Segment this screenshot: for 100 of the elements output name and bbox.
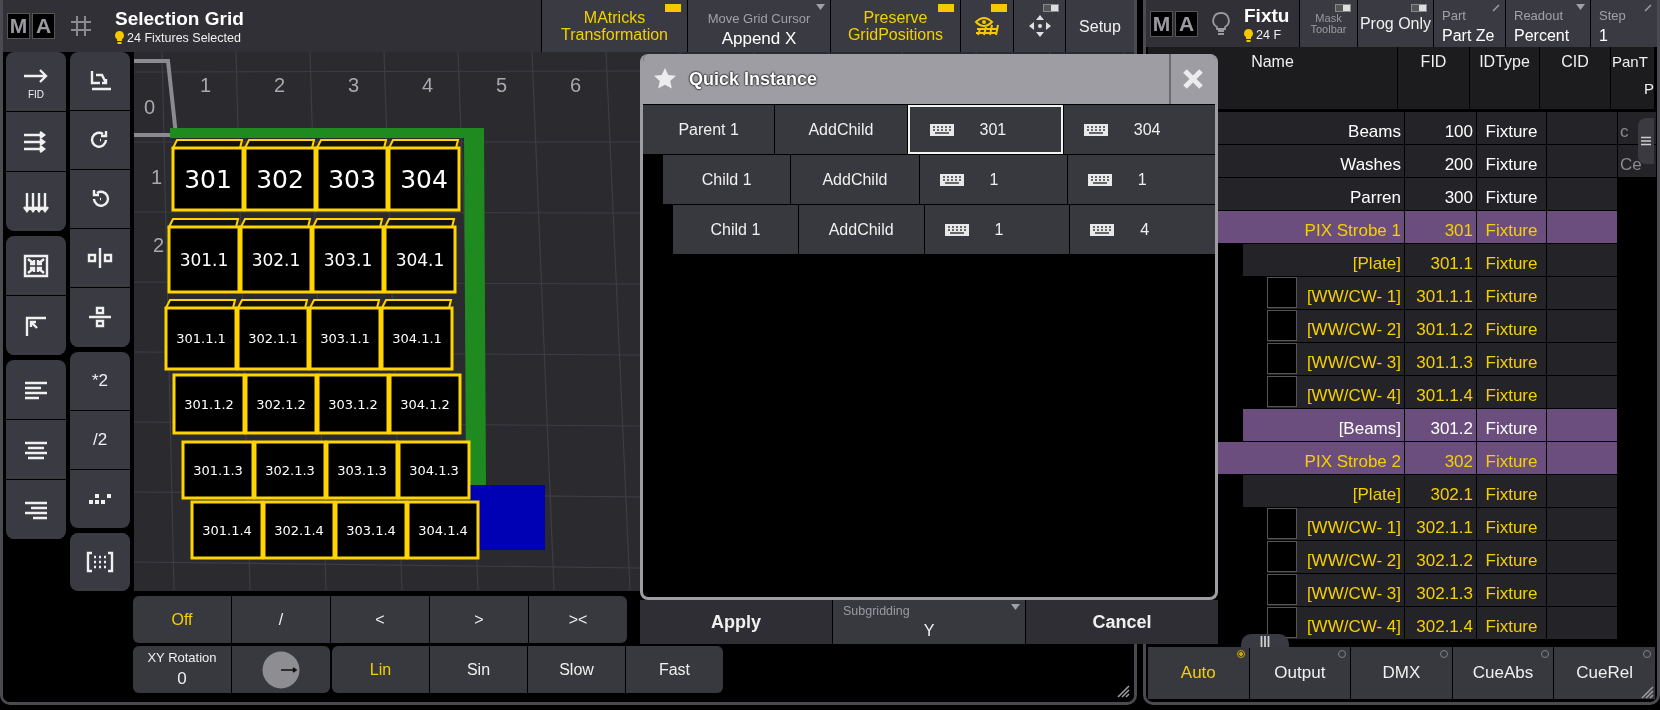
fixture-cube[interactable] bbox=[316, 373, 390, 435]
column-header[interactable]: FID bbox=[1398, 47, 1470, 109]
tool-button[interactable] bbox=[6, 360, 66, 419]
keyboard-icon bbox=[1087, 173, 1112, 186]
fixture-cube[interactable] bbox=[311, 218, 385, 294]
fixture-cube[interactable] bbox=[167, 218, 241, 294]
tool-button[interactable]: *2 bbox=[70, 351, 130, 410]
fixture-cube[interactable] bbox=[181, 440, 255, 500]
close-button[interactable] bbox=[1169, 54, 1215, 104]
fixture-cube[interactable] bbox=[253, 440, 327, 500]
drawer-handle[interactable] bbox=[1241, 634, 1289, 648]
instance-name-button[interactable]: Child 1 bbox=[663, 155, 791, 204]
resize-grip-icon[interactable] bbox=[1640, 685, 1654, 699]
tool-button[interactable] bbox=[70, 111, 130, 170]
tool-button[interactable] bbox=[70, 469, 130, 528]
fixture-cube[interactable] bbox=[334, 500, 408, 560]
curve-button[interactable]: Slow bbox=[528, 646, 625, 693]
fixture-cube[interactable] bbox=[315, 139, 389, 212]
tab[interactable]: Auto bbox=[1148, 647, 1249, 699]
tool-button[interactable]: /2 bbox=[70, 410, 130, 469]
fade-mode-button[interactable]: < bbox=[331, 596, 429, 643]
tool-button[interactable] bbox=[6, 112, 66, 171]
tab[interactable]: Output bbox=[1249, 647, 1351, 699]
instance-name-button[interactable]: Child 1 bbox=[673, 205, 798, 254]
setup-button[interactable]: Setup bbox=[1065, 0, 1134, 52]
fade-mode-button[interactable]: > bbox=[430, 596, 528, 643]
fixture-cube[interactable] bbox=[190, 500, 264, 560]
fixture-cube[interactable] bbox=[171, 139, 245, 212]
fixture-cube[interactable] bbox=[406, 500, 480, 560]
fixture-cube[interactable] bbox=[172, 373, 246, 435]
tool-button[interactable] bbox=[70, 170, 130, 229]
rotation-knob[interactable] bbox=[262, 650, 300, 689]
tab[interactable]: CueRel bbox=[1554, 647, 1655, 699]
from-field[interactable]: 1 bbox=[919, 155, 1067, 204]
fixture-cube[interactable] bbox=[262, 500, 336, 560]
xy-rotation-button[interactable]: XY Rotation 0 bbox=[133, 646, 231, 693]
tab[interactable]: CueAbs bbox=[1452, 647, 1554, 699]
column-header[interactable]: IDType bbox=[1470, 47, 1540, 109]
to-field[interactable]: 1 bbox=[1067, 155, 1215, 204]
fixture-cube[interactable] bbox=[236, 299, 310, 371]
apply-button[interactable]: Apply bbox=[640, 600, 832, 644]
fade-mode-button[interactable]: >< bbox=[529, 596, 627, 643]
tool-button[interactable] bbox=[6, 480, 66, 539]
fixture-cube[interactable] bbox=[164, 299, 238, 371]
from-field[interactable]: 301 bbox=[907, 105, 1063, 154]
tool-button[interactable] bbox=[70, 52, 130, 111]
lightbulb-outline-icon[interactable] bbox=[1212, 11, 1230, 36]
fixture-cube[interactable] bbox=[388, 373, 462, 435]
table-cell bbox=[1547, 343, 1618, 376]
table-cell: Fixture bbox=[1477, 211, 1547, 244]
cancel-button[interactable]: Cancel bbox=[1026, 600, 1218, 644]
toggle-button[interactable]: Preserve GridPositions bbox=[830, 0, 960, 52]
to-field[interactable]: 304 bbox=[1063, 105, 1215, 154]
table-cell: Fixture bbox=[1477, 409, 1547, 442]
fixture-cube[interactable] bbox=[383, 218, 457, 294]
fixture-cube[interactable] bbox=[244, 373, 318, 435]
tab[interactable]: DMX bbox=[1351, 647, 1452, 699]
resize-grip-icon[interactable] bbox=[1116, 684, 1130, 698]
tool-button[interactable] bbox=[70, 288, 130, 347]
fixture-cube[interactable] bbox=[325, 440, 399, 500]
curve-button[interactable]: Lin bbox=[332, 646, 429, 693]
tool-button[interactable]: FID bbox=[6, 52, 66, 111]
fade-mode-button[interactable]: / bbox=[232, 596, 330, 643]
tool-button[interactable] bbox=[70, 532, 130, 591]
toggle-button[interactable]: Prog Only bbox=[1357, 0, 1433, 47]
column-header[interactable]: CID bbox=[1540, 47, 1611, 109]
tool-button[interactable] bbox=[6, 172, 66, 231]
move-toggle[interactable] bbox=[1013, 0, 1065, 52]
add-child-button[interactable]: AddChild bbox=[791, 155, 919, 204]
setting-button[interactable]: Step 1 bbox=[1590, 0, 1657, 47]
subgridding-select[interactable]: Subgridding Y bbox=[833, 600, 1025, 644]
setting-button[interactable]: Part Part Ze bbox=[1433, 0, 1505, 47]
fixture-label: 303.1.3 bbox=[337, 462, 387, 478]
tool-button[interactable] bbox=[6, 420, 66, 479]
instance-name-button[interactable]: Parent 1 bbox=[643, 105, 775, 154]
add-child-button[interactable]: AddChild bbox=[798, 205, 924, 254]
fixture-cube[interactable] bbox=[239, 218, 313, 294]
grid-cursor-select[interactable]: Move Grid Cursor Append X bbox=[687, 0, 830, 52]
view-grid-toggle[interactable] bbox=[960, 0, 1013, 52]
curve-button[interactable]: Sin bbox=[430, 646, 527, 693]
fixture-cube[interactable] bbox=[397, 440, 471, 500]
fixture-cube[interactable] bbox=[380, 299, 454, 371]
logo-letter: A bbox=[1175, 10, 1198, 37]
add-child-button[interactable]: AddChild bbox=[775, 105, 907, 154]
fixture-cube[interactable] bbox=[308, 299, 382, 371]
tool-button[interactable] bbox=[6, 296, 66, 355]
column-header[interactable]: PanT P bbox=[1611, 47, 1655, 109]
to-field[interactable]: 4 bbox=[1070, 205, 1215, 254]
logo-letter: A bbox=[32, 13, 55, 39]
fade-mode-button[interactable]: Off bbox=[133, 596, 231, 643]
fixture-cube[interactable] bbox=[243, 139, 317, 212]
tool-button[interactable] bbox=[70, 229, 130, 288]
setting-button[interactable]: Readout Percent bbox=[1505, 0, 1590, 47]
fixture-label: 304.1.2 bbox=[400, 396, 450, 412]
fixture-cube[interactable] bbox=[387, 139, 461, 212]
fixture-label: 304.1.3 bbox=[409, 462, 459, 478]
curve-button[interactable]: Fast bbox=[626, 646, 723, 693]
tool-button[interactable] bbox=[6, 236, 66, 295]
toggle-button[interactable]: MAtricks Transformation bbox=[541, 0, 687, 52]
from-field[interactable]: 1 bbox=[924, 205, 1070, 254]
